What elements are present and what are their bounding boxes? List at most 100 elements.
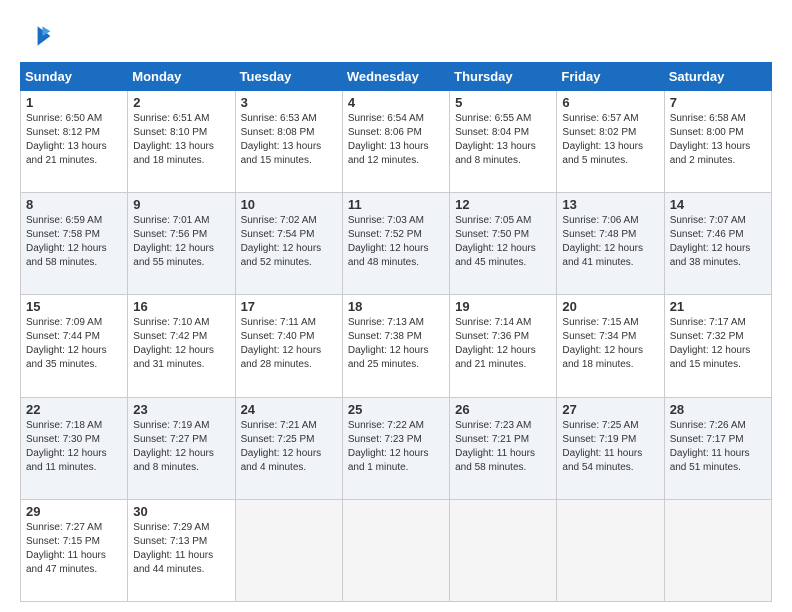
day-info: Sunrise: 7:05 AMSunset: 7:50 PMDaylight:…	[455, 215, 536, 268]
day-info: Sunrise: 7:07 AMSunset: 7:46 PMDaylight:…	[670, 215, 751, 268]
calendar-table: SundayMondayTuesdayWednesdayThursdayFrid…	[20, 62, 772, 602]
weekday-thursday: Thursday	[450, 63, 557, 91]
day-number: 2	[133, 95, 229, 110]
day-number: 29	[26, 504, 122, 519]
day-number: 15	[26, 299, 122, 314]
logo	[20, 20, 56, 52]
day-info: Sunrise: 7:18 AMSunset: 7:30 PMDaylight:…	[26, 420, 107, 473]
day-number: 6	[562, 95, 658, 110]
day-cell-19: 19 Sunrise: 7:14 AMSunset: 7:36 PMDaylig…	[450, 295, 557, 397]
day-number: 28	[670, 402, 766, 417]
day-info: Sunrise: 7:02 AMSunset: 7:54 PMDaylight:…	[241, 215, 322, 268]
day-number: 12	[455, 197, 551, 212]
day-cell-7: 7 Sunrise: 6:58 AMSunset: 8:00 PMDayligh…	[664, 91, 771, 193]
weekday-monday: Monday	[128, 63, 235, 91]
day-number: 26	[455, 402, 551, 417]
empty-cell	[342, 499, 449, 601]
day-info: Sunrise: 6:53 AMSunset: 8:08 PMDaylight:…	[241, 113, 322, 166]
weekday-tuesday: Tuesday	[235, 63, 342, 91]
day-cell-25: 25 Sunrise: 7:22 AMSunset: 7:23 PMDaylig…	[342, 397, 449, 499]
day-number: 9	[133, 197, 229, 212]
day-number: 17	[241, 299, 337, 314]
day-info: Sunrise: 7:14 AMSunset: 7:36 PMDaylight:…	[455, 317, 536, 370]
day-cell-29: 29 Sunrise: 7:27 AMSunset: 7:15 PMDaylig…	[21, 499, 128, 601]
day-cell-16: 16 Sunrise: 7:10 AMSunset: 7:42 PMDaylig…	[128, 295, 235, 397]
day-info: Sunrise: 7:17 AMSunset: 7:32 PMDaylight:…	[670, 317, 751, 370]
day-number: 14	[670, 197, 766, 212]
day-info: Sunrise: 7:22 AMSunset: 7:23 PMDaylight:…	[348, 420, 429, 473]
day-cell-9: 9 Sunrise: 7:01 AMSunset: 7:56 PMDayligh…	[128, 193, 235, 295]
week-row-2: 8 Sunrise: 6:59 AMSunset: 7:58 PMDayligh…	[21, 193, 772, 295]
day-info: Sunrise: 6:59 AMSunset: 7:58 PMDaylight:…	[26, 215, 107, 268]
day-number: 18	[348, 299, 444, 314]
weekday-wednesday: Wednesday	[342, 63, 449, 91]
day-info: Sunrise: 6:55 AMSunset: 8:04 PMDaylight:…	[455, 113, 536, 166]
day-number: 11	[348, 197, 444, 212]
day-cell-21: 21 Sunrise: 7:17 AMSunset: 7:32 PMDaylig…	[664, 295, 771, 397]
day-info: Sunrise: 7:03 AMSunset: 7:52 PMDaylight:…	[348, 215, 429, 268]
day-cell-20: 20 Sunrise: 7:15 AMSunset: 7:34 PMDaylig…	[557, 295, 664, 397]
day-cell-30: 30 Sunrise: 7:29 AMSunset: 7:13 PMDaylig…	[128, 499, 235, 601]
day-info: Sunrise: 7:19 AMSunset: 7:27 PMDaylight:…	[133, 420, 214, 473]
day-cell-6: 6 Sunrise: 6:57 AMSunset: 8:02 PMDayligh…	[557, 91, 664, 193]
weekday-sunday: Sunday	[21, 63, 128, 91]
day-cell-14: 14 Sunrise: 7:07 AMSunset: 7:46 PMDaylig…	[664, 193, 771, 295]
day-info: Sunrise: 7:29 AMSunset: 7:13 PMDaylight:…	[133, 522, 213, 575]
day-number: 7	[670, 95, 766, 110]
day-number: 24	[241, 402, 337, 417]
day-cell-26: 26 Sunrise: 7:23 AMSunset: 7:21 PMDaylig…	[450, 397, 557, 499]
week-row-5: 29 Sunrise: 7:27 AMSunset: 7:15 PMDaylig…	[21, 499, 772, 601]
day-info: Sunrise: 6:57 AMSunset: 8:02 PMDaylight:…	[562, 113, 643, 166]
day-info: Sunrise: 7:27 AMSunset: 7:15 PMDaylight:…	[26, 522, 106, 575]
day-number: 8	[26, 197, 122, 212]
day-cell-11: 11 Sunrise: 7:03 AMSunset: 7:52 PMDaylig…	[342, 193, 449, 295]
day-cell-12: 12 Sunrise: 7:05 AMSunset: 7:50 PMDaylig…	[450, 193, 557, 295]
day-cell-28: 28 Sunrise: 7:26 AMSunset: 7:17 PMDaylig…	[664, 397, 771, 499]
day-info: Sunrise: 6:51 AMSunset: 8:10 PMDaylight:…	[133, 113, 214, 166]
day-cell-27: 27 Sunrise: 7:25 AMSunset: 7:19 PMDaylig…	[557, 397, 664, 499]
header	[20, 20, 772, 52]
day-number: 5	[455, 95, 551, 110]
day-cell-8: 8 Sunrise: 6:59 AMSunset: 7:58 PMDayligh…	[21, 193, 128, 295]
day-cell-1: 1 Sunrise: 6:50 AMSunset: 8:12 PMDayligh…	[21, 91, 128, 193]
day-number: 19	[455, 299, 551, 314]
day-info: Sunrise: 6:58 AMSunset: 8:00 PMDaylight:…	[670, 113, 751, 166]
day-cell-22: 22 Sunrise: 7:18 AMSunset: 7:30 PMDaylig…	[21, 397, 128, 499]
logo-icon	[20, 20, 52, 52]
page: SundayMondayTuesdayWednesdayThursdayFrid…	[0, 0, 792, 612]
weekday-header-row: SundayMondayTuesdayWednesdayThursdayFrid…	[21, 63, 772, 91]
day-info: Sunrise: 7:01 AMSunset: 7:56 PMDaylight:…	[133, 215, 214, 268]
day-info: Sunrise: 7:15 AMSunset: 7:34 PMDaylight:…	[562, 317, 643, 370]
empty-cell	[557, 499, 664, 601]
day-info: Sunrise: 7:25 AMSunset: 7:19 PMDaylight:…	[562, 420, 642, 473]
day-cell-13: 13 Sunrise: 7:06 AMSunset: 7:48 PMDaylig…	[557, 193, 664, 295]
day-cell-23: 23 Sunrise: 7:19 AMSunset: 7:27 PMDaylig…	[128, 397, 235, 499]
day-number: 4	[348, 95, 444, 110]
day-number: 20	[562, 299, 658, 314]
day-cell-10: 10 Sunrise: 7:02 AMSunset: 7:54 PMDaylig…	[235, 193, 342, 295]
day-info: Sunrise: 7:06 AMSunset: 7:48 PMDaylight:…	[562, 215, 643, 268]
day-cell-2: 2 Sunrise: 6:51 AMSunset: 8:10 PMDayligh…	[128, 91, 235, 193]
day-info: Sunrise: 6:50 AMSunset: 8:12 PMDaylight:…	[26, 113, 107, 166]
weekday-friday: Friday	[557, 63, 664, 91]
day-number: 21	[670, 299, 766, 314]
day-info: Sunrise: 7:13 AMSunset: 7:38 PMDaylight:…	[348, 317, 429, 370]
day-number: 22	[26, 402, 122, 417]
day-number: 30	[133, 504, 229, 519]
day-info: Sunrise: 7:09 AMSunset: 7:44 PMDaylight:…	[26, 317, 107, 370]
day-number: 23	[133, 402, 229, 417]
day-cell-15: 15 Sunrise: 7:09 AMSunset: 7:44 PMDaylig…	[21, 295, 128, 397]
week-row-4: 22 Sunrise: 7:18 AMSunset: 7:30 PMDaylig…	[21, 397, 772, 499]
day-number: 1	[26, 95, 122, 110]
day-cell-18: 18 Sunrise: 7:13 AMSunset: 7:38 PMDaylig…	[342, 295, 449, 397]
day-info: Sunrise: 7:10 AMSunset: 7:42 PMDaylight:…	[133, 317, 214, 370]
day-number: 25	[348, 402, 444, 417]
day-cell-4: 4 Sunrise: 6:54 AMSunset: 8:06 PMDayligh…	[342, 91, 449, 193]
day-cell-24: 24 Sunrise: 7:21 AMSunset: 7:25 PMDaylig…	[235, 397, 342, 499]
day-info: Sunrise: 7:23 AMSunset: 7:21 PMDaylight:…	[455, 420, 535, 473]
day-info: Sunrise: 7:26 AMSunset: 7:17 PMDaylight:…	[670, 420, 750, 473]
day-number: 16	[133, 299, 229, 314]
week-row-1: 1 Sunrise: 6:50 AMSunset: 8:12 PMDayligh…	[21, 91, 772, 193]
empty-cell	[664, 499, 771, 601]
day-info: Sunrise: 7:11 AMSunset: 7:40 PMDaylight:…	[241, 317, 322, 370]
